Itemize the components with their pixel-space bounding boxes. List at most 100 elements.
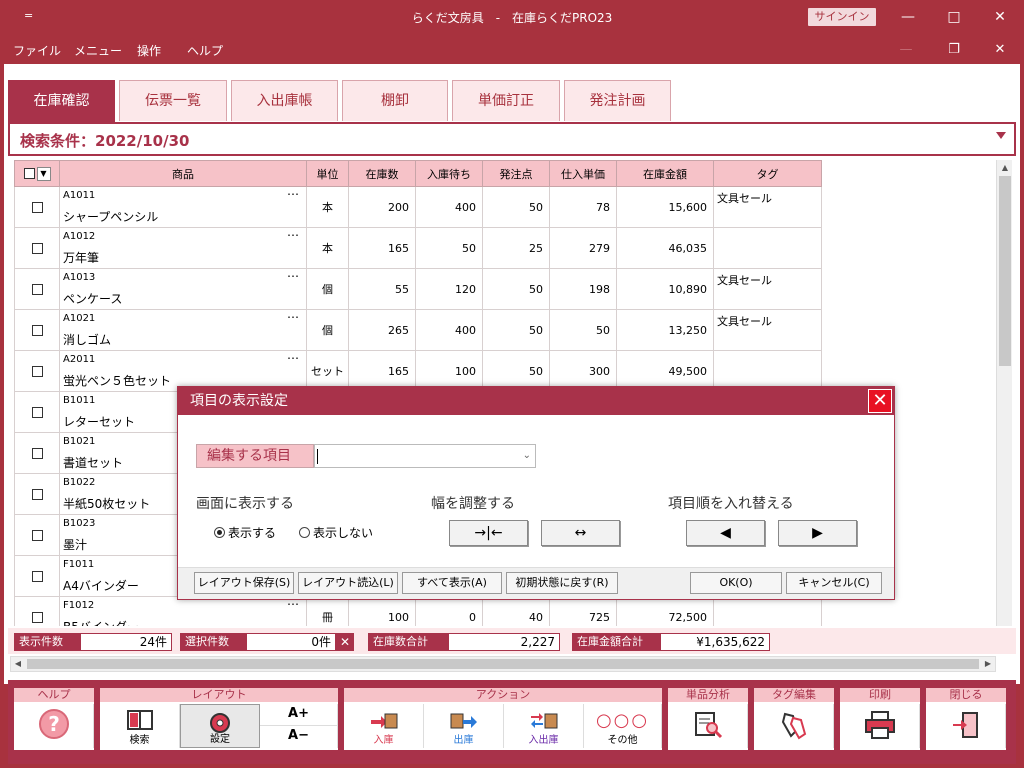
menu-menu[interactable]: メニュー bbox=[74, 42, 122, 59]
product-cell[interactable]: A1011 ⋯ シャープペンシル bbox=[59, 186, 307, 228]
show-all-button[interactable]: すべて表示(A) bbox=[402, 572, 502, 594]
col-product[interactable]: 商品 bbox=[59, 160, 307, 187]
row-select[interactable] bbox=[14, 350, 60, 392]
row-checkbox[interactable] bbox=[31, 325, 43, 336]
mdi-minimize-icon[interactable]: — bbox=[896, 40, 916, 60]
narrow-width-button[interactable]: →|← bbox=[449, 520, 528, 546]
chevron-down-icon[interactable]: ▼ bbox=[36, 166, 51, 181]
more-options-icon[interactable]: ⋯ bbox=[287, 269, 300, 283]
row-select[interactable] bbox=[14, 186, 60, 228]
menu-operation[interactable]: 操作 bbox=[137, 42, 161, 59]
radio-show[interactable]: 表示する bbox=[214, 524, 276, 541]
action-inout-button[interactable]: 入出庫 bbox=[504, 704, 584, 748]
layout-load-button[interactable]: レイアウト読込(L) bbox=[298, 572, 398, 594]
signin-button[interactable]: サインイン bbox=[808, 8, 876, 26]
action-other-button[interactable]: ○○○ その他 bbox=[584, 704, 662, 748]
scroll-right-icon[interactable]: ▶ bbox=[981, 657, 995, 671]
row-select[interactable] bbox=[14, 268, 60, 310]
layout-search-button[interactable]: 検索 bbox=[100, 704, 180, 748]
row-select[interactable] bbox=[14, 555, 60, 597]
clear-selection-icon[interactable]: ✕ bbox=[336, 633, 354, 651]
radio-hide[interactable]: 表示しない bbox=[299, 524, 373, 541]
edit-item-select[interactable]: ⌄ bbox=[314, 444, 536, 468]
horizontal-scrollbar[interactable]: ◀ ▶ bbox=[10, 656, 996, 672]
layout-settings-button[interactable]: 設定 bbox=[180, 704, 260, 748]
table-row[interactable]: A1021 ⋯ 消しゴム個 265 400 50 50 13,250 文具セール bbox=[14, 309, 823, 351]
row-checkbox[interactable] bbox=[31, 530, 43, 541]
help-button[interactable]: ? bbox=[14, 704, 94, 748]
select-all-checkbox[interactable] bbox=[23, 168, 35, 179]
tab-price-correct[interactable]: 単価訂正 bbox=[452, 80, 560, 121]
move-right-button[interactable]: ▶ bbox=[778, 520, 857, 546]
font-up-button[interactable]: A+ bbox=[260, 704, 338, 726]
col-reorder[interactable]: 発注点 bbox=[482, 160, 550, 187]
row-checkbox[interactable] bbox=[31, 202, 43, 213]
font-down-button[interactable]: A− bbox=[260, 726, 338, 748]
row-select[interactable] bbox=[14, 596, 60, 626]
dialog-close-icon[interactable]: ✕ bbox=[868, 389, 892, 413]
row-select[interactable] bbox=[14, 514, 60, 556]
tab-inventory[interactable]: 棚卸 bbox=[342, 80, 448, 121]
col-incoming[interactable]: 入庫待ち bbox=[415, 160, 483, 187]
scroll-up-icon[interactable]: ▲ bbox=[997, 160, 1013, 176]
print-button[interactable] bbox=[840, 704, 920, 748]
product-cell[interactable]: A1012 ⋯ 万年筆 bbox=[59, 227, 307, 269]
row-checkbox[interactable] bbox=[31, 407, 43, 418]
tab-slip-list[interactable]: 伝票一覧 bbox=[119, 80, 227, 121]
minimize-icon[interactable]: — bbox=[896, 6, 920, 28]
mdi-close-icon[interactable]: ✕ bbox=[990, 40, 1010, 60]
col-unit[interactable]: 単位 bbox=[306, 160, 349, 187]
maximize-icon[interactable]: □ bbox=[942, 6, 966, 28]
reset-button[interactable]: 初期状態に戻す(R) bbox=[506, 572, 618, 594]
ok-button[interactable]: OK(O) bbox=[690, 572, 782, 594]
row-checkbox[interactable] bbox=[31, 243, 43, 254]
menu-help[interactable]: ヘルプ bbox=[187, 42, 223, 59]
scroll-thumb[interactable] bbox=[999, 176, 1011, 366]
scroll-left-icon[interactable]: ◀ bbox=[11, 657, 25, 671]
tab-order-plan[interactable]: 発注計画 bbox=[564, 80, 671, 121]
row-checkbox[interactable] bbox=[31, 571, 43, 582]
product-cell[interactable]: F1012⋯B5バインダー bbox=[59, 596, 307, 626]
tag-edit-button[interactable] bbox=[754, 704, 834, 748]
hscroll-thumb[interactable] bbox=[27, 659, 979, 669]
radio-hide-dot[interactable] bbox=[299, 527, 310, 538]
close-icon[interactable]: ✕ bbox=[988, 6, 1012, 28]
row-select[interactable] bbox=[14, 309, 60, 351]
more-options-icon[interactable]: ⋯ bbox=[287, 228, 300, 242]
row-select[interactable] bbox=[14, 473, 60, 515]
tab-inout-ledger[interactable]: 入出庫帳 bbox=[231, 80, 338, 121]
col-amount[interactable]: 在庫金額 bbox=[616, 160, 714, 187]
row-checkbox[interactable] bbox=[31, 612, 43, 623]
action-out-button[interactable]: 出庫 bbox=[424, 704, 504, 748]
table-row[interactable]: A1011 ⋯ シャープペンシル 本 200 400 50 78 15,600 文具セール bbox=[14, 186, 823, 228]
more-options-icon[interactable]: ⋯ bbox=[287, 310, 300, 324]
table-row[interactable]: F1012⋯B5バインダー冊10004072572,500 bbox=[14, 596, 823, 626]
search-condition-bar[interactable]: 検索条件：2022/10/30 bbox=[8, 122, 1016, 156]
col-price[interactable]: 仕入単価 bbox=[549, 160, 617, 187]
vertical-scrollbar[interactable]: ▲ bbox=[996, 160, 1012, 626]
row-checkbox[interactable] bbox=[31, 284, 43, 295]
layout-save-button[interactable]: レイアウト保存(S) bbox=[194, 572, 294, 594]
product-cell[interactable]: A1021 ⋯ 消しゴム bbox=[59, 309, 307, 351]
mdi-restore-icon[interactable]: ❐ bbox=[944, 40, 964, 60]
move-left-button[interactable]: ◀ bbox=[686, 520, 765, 546]
cancel-button[interactable]: キャンセル(C) bbox=[786, 572, 882, 594]
row-checkbox[interactable] bbox=[31, 448, 43, 459]
product-cell[interactable]: A1013 ⋯ ペンケース bbox=[59, 268, 307, 310]
close-app-button[interactable] bbox=[926, 704, 1006, 748]
more-options-icon[interactable]: ⋯ bbox=[287, 351, 300, 365]
table-row[interactable]: A1013 ⋯ ペンケース 個 55 120 50 198 10,890 文具セール bbox=[14, 268, 823, 310]
action-in-button[interactable]: 入庫 bbox=[344, 704, 424, 748]
chevron-down-icon[interactable]: ⌄ bbox=[523, 450, 531, 461]
tab-stock-check[interactable]: 在庫確認 bbox=[8, 80, 115, 122]
row-select[interactable] bbox=[14, 432, 60, 474]
condition-dropdown-icon[interactable] bbox=[996, 132, 1006, 139]
select-all-header[interactable]: ▼ bbox=[14, 160, 60, 187]
row-checkbox[interactable] bbox=[31, 489, 43, 500]
table-row[interactable]: A1012 ⋯ 万年筆 本 165 50 25 279 46,035 bbox=[14, 227, 823, 269]
row-checkbox[interactable] bbox=[31, 366, 43, 377]
col-tag[interactable]: タグ bbox=[713, 160, 822, 187]
more-options-icon[interactable]: ⋯ bbox=[287, 187, 300, 201]
widen-width-button[interactable]: ↔ bbox=[541, 520, 620, 546]
menu-file[interactable]: ファイル bbox=[13, 42, 61, 59]
